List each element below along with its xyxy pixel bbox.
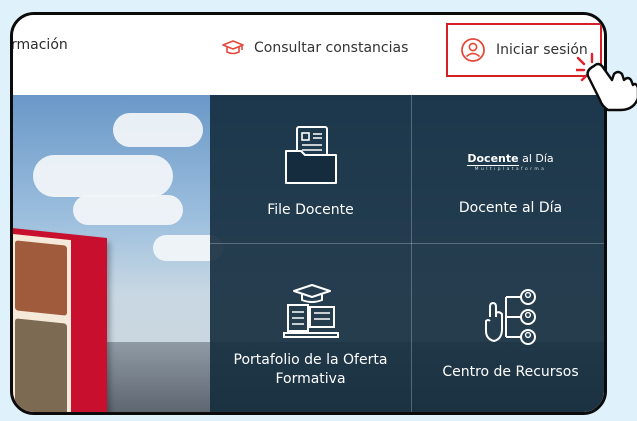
tile-docente-al-dia-label: Docente al Día xyxy=(458,200,563,216)
folder-file-icon xyxy=(284,126,337,184)
brand-text: rmación xyxy=(11,37,68,53)
tile-portafolio-oferta-label: Portafolio de la Oferta Formativa xyxy=(233,352,388,387)
graduation-cap-icon xyxy=(222,40,244,55)
tile-file-docente[interactable]: File Docente xyxy=(210,125,411,220)
user-circle-icon xyxy=(461,38,485,62)
tile-centro-recursos-label: Centro de Recursos xyxy=(442,364,579,380)
tile-file-docente-label: File Docente xyxy=(267,202,354,218)
book-photo-page xyxy=(13,233,71,412)
tile-docente-al-dia[interactable]: Docente al Día Multiplataforma Docente a… xyxy=(411,137,604,218)
tile-portafolio-oferta[interactable]: Portafolio de la Oferta Formativa xyxy=(210,281,411,389)
app-window: rmación Consultar constancias Iniciar se… xyxy=(10,12,607,415)
network-users-icon xyxy=(484,289,536,345)
graduation-laptop-icon xyxy=(282,284,339,338)
consultar-constancias-link[interactable]: Consultar constancias xyxy=(221,39,408,57)
docente-al-dia-logo: Docente al Día Multiplataforma xyxy=(467,152,554,172)
consultar-constancias-label: Consultar constancias xyxy=(254,40,409,56)
quick-access-panel: File Docente Docente al Día Multiplatafo… xyxy=(210,95,604,412)
iniciar-sesion-label: Iniciar sesión xyxy=(496,42,588,58)
pointing-hand-cursor-icon xyxy=(576,52,637,112)
top-navigation-bar: rmación Consultar constancias Iniciar se… xyxy=(13,15,604,95)
tile-centro-recursos[interactable]: Centro de Recursos xyxy=(411,287,604,382)
